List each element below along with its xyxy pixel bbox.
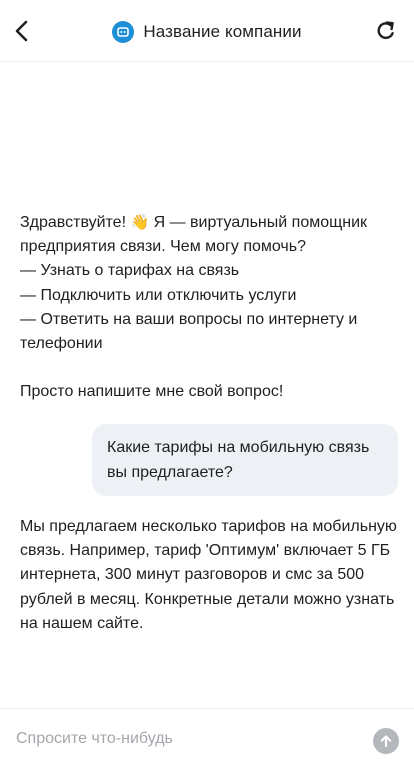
bot-logo-icon	[112, 21, 135, 43]
option-item: — Узнать о тарифах на связь	[20, 262, 240, 280]
user-message-bubble: Какие тарифы на мобильную связь вы предл…	[92, 424, 398, 496]
option-item: — Подключить или отключить услуги	[20, 286, 297, 304]
chat-header: Название компании	[0, 0, 414, 62]
refresh-button[interactable]	[373, 18, 399, 44]
greeting-text-start: Здравствуйте!	[20, 214, 131, 231]
chat-messages[interactable]: Здравствуйте! 👋 Я — виртуальный помощник…	[0, 63, 414, 707]
header-title-group: Название компании	[0, 19, 414, 45]
arrow-up-icon	[380, 735, 392, 748]
waving-hand-icon: 👋	[130, 214, 150, 231]
message-input[interactable]	[16, 725, 356, 753]
user-message-text: Какие тарифы на мобильную связь вы предл…	[107, 439, 370, 481]
company-name-title: Название компании	[143, 22, 302, 41]
bot-greeting: Здравствуйте! 👋 Я — виртуальный помощник…	[20, 211, 398, 259]
message-composer	[0, 708, 414, 770]
option-item: — Ответить на ваши вопросы по интернету …	[20, 310, 358, 353]
send-button[interactable]	[373, 728, 399, 754]
refresh-icon	[377, 21, 394, 40]
bot-message: Мы предлагаем несколько тарифов на мобил…	[20, 515, 398, 636]
bot-reply-text: Мы предлагаем несколько тарифов на мобил…	[20, 518, 397, 632]
bot-closing-text: Просто напишите мне свой вопрос!	[20, 383, 284, 401]
bot-message: Здравствуйте! 👋 Я — виртуальный помощник…	[20, 211, 398, 404]
